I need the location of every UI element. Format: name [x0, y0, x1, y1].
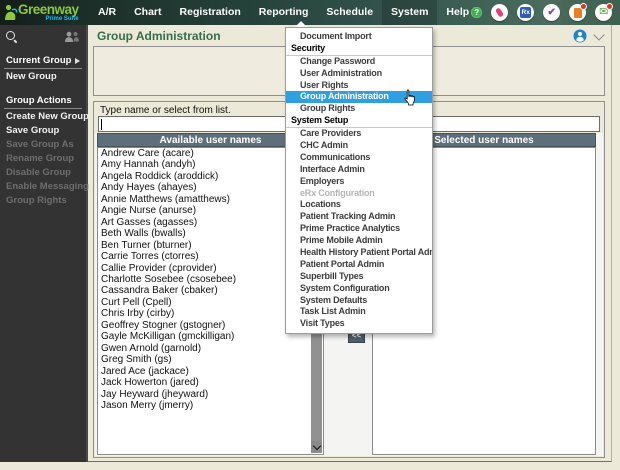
scroll-down-icon[interactable]	[311, 441, 322, 453]
menu-item-visit-types[interactable]: Visit Types	[286, 318, 432, 330]
menu-item-schedule[interactable]: Schedule	[317, 0, 382, 25]
brand-name: Greenway	[18, 2, 79, 18]
sidebar-item-create-new-group[interactable]: Create New Group	[0, 109, 89, 123]
menu-item-chc-admin[interactable]: CHC Admin	[286, 140, 432, 152]
sidebar-header-group-actions[interactable]: Group Actions	[4, 94, 82, 109]
sidebar-item-new-group[interactable]: New Group	[0, 69, 86, 83]
menu-item-prime-practice-analytics[interactable]: Prime Practice Analytics	[286, 223, 432, 235]
menu-item-communications[interactable]: Communications	[286, 152, 432, 164]
hand-cursor-icon	[402, 89, 418, 111]
sidebar-item-rename-group: Rename Group	[6, 153, 75, 164]
menu-item-chart[interactable]: Chart	[125, 0, 170, 25]
menu-item-superbill-types[interactable]: Superbill Types	[286, 271, 432, 283]
mail-icon[interactable]	[595, 3, 614, 21]
topbar-icons	[491, 3, 620, 21]
sidebar-item-save-group-as: Save Group As	[6, 139, 74, 150]
dropdown-pointer	[295, 21, 307, 27]
menu-item-interface-admin[interactable]: Interface Admin	[286, 164, 432, 176]
menu-item-system-defaults[interactable]: System Defaults	[286, 295, 432, 307]
menu-item-patient-portal-admin[interactable]: Patient Portal Admin	[286, 259, 432, 271]
type-name-label: Type name or select from list.	[100, 105, 231, 116]
top-menu: A/R Chart Registration Reporting Schedule Sys…	[89, 0, 491, 25]
sidebar-item-enable-messaging: Enable Messaging	[6, 181, 89, 192]
sidebar-item-save-group[interactable]: Save Group	[0, 123, 86, 137]
user-list-item[interactable]: Jack Howerton (jared)	[98, 377, 323, 388]
menu-item-system[interactable]: System	[382, 0, 438, 25]
help-icon[interactable]: ?	[471, 7, 483, 18]
sidebar-sections: Current Group New Group Group Actions Creat…	[0, 54, 89, 207]
search-icon[interactable]	[5, 30, 18, 43]
menu-section-system-setup: System Setup	[286, 115, 432, 129]
user-profile-icon[interactable]	[573, 29, 587, 43]
rx-icon[interactable]	[517, 4, 535, 21]
menu-item-prime-mobile-admin[interactable]: Prime Mobile Admin	[286, 235, 432, 247]
text-caret	[101, 118, 102, 130]
menu-item-reporting[interactable]: Reporting	[250, 0, 318, 25]
chevron-down-icon[interactable]	[593, 28, 605, 41]
menu-item-health-history-patient-portal-admin[interactable]: Health History Patient Portal Admin	[286, 247, 432, 259]
menu-item-registration[interactable]: Registration	[171, 0, 250, 25]
greenway-figure-icon	[5, 4, 18, 20]
sidebar-header-current-group[interactable]: Current Group	[4, 54, 82, 69]
menu-item-help[interactable]: Help?	[437, 0, 491, 25]
document-icon[interactable]	[569, 3, 588, 21]
menu-item-care-providers[interactable]: Care Providers	[286, 128, 432, 140]
user-list-item[interactable]: Jared Ace (jackace)	[98, 366, 323, 377]
microphone-icon[interactable]	[491, 4, 509, 21]
brand-subtitle: Prime Suite	[45, 15, 79, 22]
user-list-item[interactable]: Gwen Arnold (garnold)	[98, 343, 323, 354]
sidebar-item-group-rights: Group Rights	[6, 195, 67, 206]
menu-item-task-list-admin[interactable]: Task List Admin	[286, 306, 432, 318]
menu-item-ar[interactable]: A/R	[89, 0, 125, 25]
top-bar: Greenway Prime Suite A/R Chart Registratio…	[0, 0, 620, 25]
page-title: Group Administration	[97, 29, 221, 43]
greenway-logo: Greenway Prime Suite	[0, 3, 89, 22]
tasks-icon[interactable]	[543, 4, 561, 21]
group-users-icon[interactable]	[64, 31, 80, 43]
user-list-item[interactable]: Jay Heyward (jheyward)	[98, 389, 323, 400]
user-list-item[interactable]: Greg Smith (gs)	[98, 354, 323, 365]
user-list-item[interactable]: Jason Merry (jmerry)	[98, 400, 323, 411]
system-dropdown-menu: Document Import Security Change Password Us…	[285, 27, 433, 335]
menu-item-employers[interactable]: Employers	[286, 176, 432, 188]
arrow-right-icon	[75, 57, 80, 64]
menu-section-security: Security	[286, 43, 432, 56]
menu-item-patient-tracking-admin[interactable]: Patient Tracking Admin	[286, 211, 432, 223]
menu-item-locations[interactable]: Locations	[286, 199, 432, 211]
menu-item-system-configuration[interactable]: System Configuration	[286, 283, 432, 295]
menu-item-change-password[interactable]: Change Password	[286, 56, 432, 68]
sidebar-item-disable-group: Disable Group	[6, 167, 71, 178]
sidebar: Current Group New Group Group Actions Creat…	[0, 25, 89, 462]
menu-item-erx-configuration: eRx Configuration	[300, 187, 375, 198]
menu-item-document-import[interactable]: Document Import	[286, 31, 432, 43]
menu-item-user-administration[interactable]: User Administration	[286, 68, 432, 80]
